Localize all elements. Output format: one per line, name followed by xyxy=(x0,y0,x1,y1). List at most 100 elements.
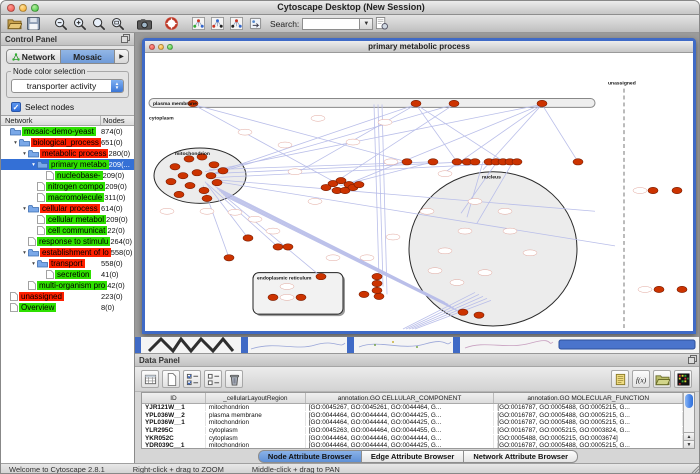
network-node[interactable] xyxy=(170,164,180,170)
node-label-chip[interactable] xyxy=(468,198,482,204)
network-node[interactable] xyxy=(458,309,468,315)
network-node[interactable] xyxy=(573,159,583,165)
network-node[interactable] xyxy=(474,312,484,318)
network-edge[interactable] xyxy=(374,104,379,278)
table-row[interactable]: YPL036W__2plasma membrane[GO:0044464, GO… xyxy=(142,412,683,420)
expand-arrow-icon[interactable]: ▾ xyxy=(21,206,28,212)
table-row[interactable]: YPL036W__1mitochondrion[GO:0044464, GO:0… xyxy=(142,419,683,427)
network-node[interactable] xyxy=(316,273,326,279)
node-label-chip[interactable] xyxy=(228,209,242,215)
tree-row[interactable]: ▾cellular process614(0) xyxy=(1,203,134,214)
node-label-chip[interactable] xyxy=(498,208,512,214)
network-node[interactable] xyxy=(428,159,438,165)
expand-arrow-icon[interactable]: ▾ xyxy=(21,151,28,157)
network-node[interactable] xyxy=(411,100,421,106)
scroll-up-arrow[interactable]: ▲ xyxy=(684,432,694,440)
tree-row[interactable]: ▾metabolic process280(0) xyxy=(1,148,134,159)
minimized-windows-strip[interactable] xyxy=(135,337,700,353)
tab-edge-attribute-browser[interactable]: Edge Attribute Browser xyxy=(362,450,464,463)
zoom-out-icon[interactable] xyxy=(52,16,69,32)
table-vertical-scrollbar[interactable]: ▲ ▼ xyxy=(683,393,694,448)
select-first-neighbors-icon[interactable] xyxy=(209,16,226,32)
node-label-chip[interactable] xyxy=(200,208,214,214)
tree-row[interactable]: response to stimulu264(0) xyxy=(1,236,134,247)
search-config-icon[interactable] xyxy=(373,16,390,32)
node-label-chip[interactable] xyxy=(280,284,294,290)
network-node[interactable] xyxy=(209,162,219,168)
expand-network-icon[interactable] xyxy=(228,16,245,32)
attribute-matrix-icon[interactable] xyxy=(674,370,692,388)
network-node[interactable] xyxy=(185,182,195,188)
tab-mosaic[interactable]: Mosaic xyxy=(61,50,115,63)
node-label-chip[interactable] xyxy=(238,129,252,135)
network-node[interactable] xyxy=(677,286,687,292)
node-label-chip[interactable] xyxy=(378,119,392,125)
network-node[interactable] xyxy=(672,187,682,193)
network-node[interactable] xyxy=(199,187,209,193)
node-label-chip[interactable] xyxy=(308,198,322,204)
select-nodes-checkbox[interactable]: ✓ xyxy=(11,102,21,112)
tree-row[interactable]: Overview8(0) xyxy=(1,302,134,313)
tab-network[interactable]: Network xyxy=(7,50,61,63)
node-label-chip[interactable] xyxy=(346,139,360,145)
node-label-chip[interactable] xyxy=(384,159,398,165)
net-close-button[interactable] xyxy=(149,44,155,50)
network-node[interactable] xyxy=(648,187,658,193)
unselect-attributes-icon[interactable] xyxy=(204,370,222,388)
save-icon[interactable] xyxy=(25,16,42,32)
node-label-chip[interactable] xyxy=(280,294,294,300)
scrollbar-thumb[interactable] xyxy=(685,394,693,408)
expand-arrow-icon[interactable]: ▾ xyxy=(21,250,28,256)
tree-row[interactable]: secretion41(0) xyxy=(1,269,134,280)
select-nodes-checkbox-row[interactable]: ✓ Select nodes xyxy=(11,102,134,112)
network-node[interactable] xyxy=(283,244,293,250)
network-node[interactable] xyxy=(243,235,253,241)
expand-arrow-icon[interactable]: ▾ xyxy=(30,162,37,168)
network-node[interactable] xyxy=(178,173,188,179)
table-row[interactable]: YKR052Ccytoplasm[GO:0044464, GO:0044446,… xyxy=(142,434,683,442)
tab-overflow-arrow[interactable]: ▶ xyxy=(115,50,128,63)
open-file-icon[interactable] xyxy=(6,16,23,32)
import-attributes-icon[interactable] xyxy=(653,370,671,388)
tab-network-attribute-browser[interactable]: Network Attribute Browser xyxy=(464,450,578,463)
network-node[interactable] xyxy=(372,273,382,279)
tree-row[interactable]: macromolecule311(0) xyxy=(1,192,134,203)
network-node[interactable] xyxy=(402,159,412,165)
node-color-dropdown[interactable]: transporter activity ▲▼ xyxy=(11,79,124,93)
node-label-chip[interactable] xyxy=(420,208,434,214)
network-node[interactable] xyxy=(321,184,331,190)
network-edge[interactable] xyxy=(207,104,454,175)
tree-row[interactable]: mosaic-demo-yeast874(0) xyxy=(1,126,134,137)
node-label-chip[interactable] xyxy=(160,208,174,214)
dropdown-stepper-icon[interactable]: ▲▼ xyxy=(111,80,123,92)
table-row[interactable]: YDR039C__1mitochondrion[GO:0044464, GO:0… xyxy=(142,442,683,448)
network-node[interactable] xyxy=(202,195,212,201)
tree-row[interactable]: nitrogen compo209(0) xyxy=(1,181,134,192)
tree-row[interactable]: ▾biological_process651(0) xyxy=(1,137,134,148)
network-node[interactable] xyxy=(372,287,382,293)
expand-arrow-icon[interactable]: ▾ xyxy=(30,261,37,267)
expand-arrow-icon[interactable]: ▾ xyxy=(12,140,19,146)
table-row[interactable]: YLR295Ccytoplasm[GO:0045263, GO:0044464,… xyxy=(142,427,683,435)
network-node[interactable] xyxy=(212,179,222,185)
net-zoom-button[interactable] xyxy=(167,44,173,50)
network-node[interactable] xyxy=(224,255,234,261)
node-label-chip[interactable] xyxy=(428,268,442,274)
network-node[interactable] xyxy=(512,159,522,165)
node-label-chip[interactable] xyxy=(360,255,374,261)
vizmapper-icon[interactable] xyxy=(247,16,264,32)
network-node[interactable] xyxy=(174,191,184,197)
node-label-chip[interactable] xyxy=(386,234,400,240)
node-label-chip[interactable] xyxy=(288,169,302,175)
tree-row[interactable]: ▾establishment of lo558(0) xyxy=(1,247,134,258)
tree-row[interactable]: multi-organism pro42(0) xyxy=(1,280,134,291)
attribute-editor-icon[interactable] xyxy=(611,370,629,388)
tab-node-attribute-browser[interactable]: Node Attribute Browser xyxy=(258,450,362,463)
titlebar[interactable]: Cytoscape Desktop (New Session) xyxy=(1,1,700,15)
delete-attribute-icon[interactable] xyxy=(225,370,243,388)
network-node[interactable] xyxy=(359,291,369,297)
tree-row[interactable]: cell communicat22(0) xyxy=(1,225,134,236)
network-node[interactable] xyxy=(452,159,462,165)
network-node[interactable] xyxy=(654,286,664,292)
network-node[interactable] xyxy=(470,159,480,165)
